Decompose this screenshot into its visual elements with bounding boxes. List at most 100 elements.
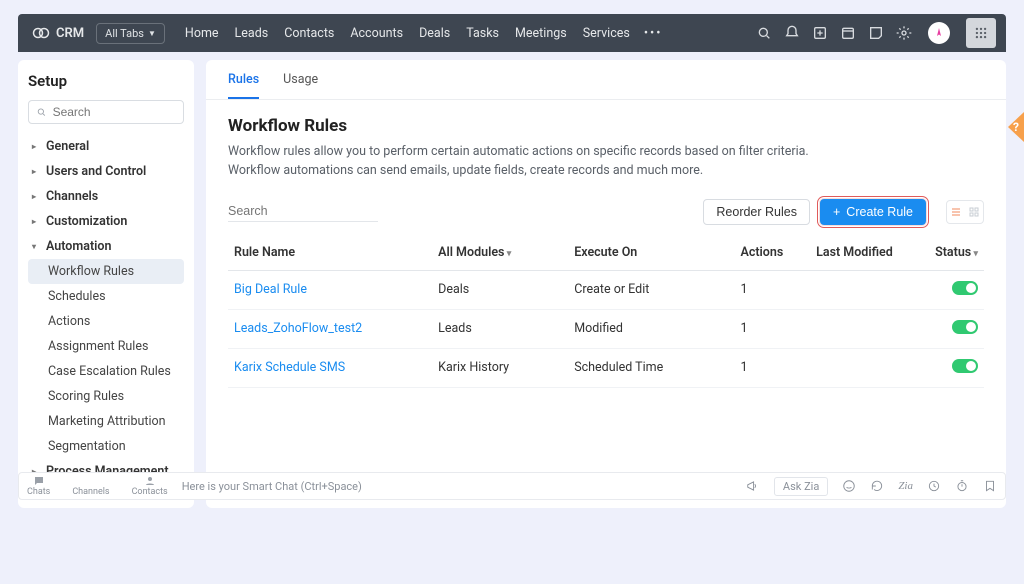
rules-search-input[interactable] — [228, 204, 389, 218]
all-tabs-dropdown[interactable]: All Tabs ▼ — [96, 23, 165, 44]
nav-accounts[interactable]: Accounts — [350, 26, 403, 41]
sidebar-sub-label: Segmentation — [48, 439, 126, 454]
sidebar-sub-segmentation[interactable]: Segmentation — [28, 434, 184, 459]
footer-left: Chats Channels Contacts — [27, 475, 168, 497]
page-description: Workflow rules allow you to perform cert… — [228, 142, 868, 181]
rule-status-cell — [908, 348, 984, 387]
setup-sidebar: Setup ▸General ▸Users and Control ▸Chann… — [18, 60, 194, 508]
nav-tasks[interactable]: Tasks — [466, 26, 499, 41]
rule-module: Leads — [432, 309, 568, 348]
help-tab-icon[interactable]: ? — [1008, 112, 1024, 142]
rule-name-link[interactable]: Leads_ZohoFlow_test2 — [228, 309, 432, 348]
nav-meetings[interactable]: Meetings — [515, 26, 567, 41]
sidebar-sub-label: Schedules — [48, 289, 106, 304]
page-title: Workflow Rules — [228, 116, 984, 136]
sidebar-item-label: Automation — [46, 239, 111, 254]
avatar[interactable] — [928, 22, 950, 44]
status-toggle[interactable] — [952, 281, 978, 295]
topbar: CRM All Tabs ▼ Home Leads Contacts Accou… — [18, 14, 1006, 52]
chevron-down-icon: ▼ — [148, 29, 156, 38]
topbar-right — [756, 18, 996, 48]
search-icon — [36, 106, 47, 118]
sidebar-item-automation[interactable]: ▾Automation — [28, 234, 184, 259]
bookmark-icon[interactable] — [983, 479, 997, 493]
sidebar-item-label: Channels — [46, 189, 98, 204]
col-status[interactable]: Status — [908, 235, 984, 271]
sidebar-sub-workflow-rules[interactable]: Workflow Rules — [28, 259, 184, 284]
stopwatch-icon[interactable] — [955, 479, 969, 493]
sidebar-sub-assignment-rules[interactable]: Assignment Rules — [28, 334, 184, 359]
grid-view-icon[interactable] — [965, 201, 983, 223]
sidebar-search[interactable] — [28, 100, 184, 124]
sidebar-item-general[interactable]: ▸ General — [28, 134, 184, 159]
sidebar-sub-scoring-rules[interactable]: Scoring Rules — [28, 384, 184, 409]
sidebar-item-channels[interactable]: ▸Channels — [28, 184, 184, 209]
rule-module: Deals — [432, 270, 568, 309]
search-icon[interactable] — [756, 25, 772, 41]
sidebar-sub-label: Case Escalation Rules — [48, 364, 171, 379]
create-rule-label: Create Rule — [846, 205, 913, 219]
nav-home[interactable]: Home — [185, 26, 219, 41]
announce-icon[interactable] — [746, 479, 760, 493]
footer-chats[interactable]: Chats — [27, 475, 50, 497]
nav-leads[interactable]: Leads — [235, 26, 269, 41]
nav-more-icon[interactable]: ••• — [644, 26, 663, 41]
footer-contacts-label: Contacts — [132, 487, 168, 497]
create-rule-button[interactable]: + Create Rule — [820, 199, 926, 225]
list-view-icon[interactable] — [947, 201, 965, 223]
main-tabs: Rules Usage — [206, 60, 1006, 100]
all-tabs-label: All Tabs — [105, 27, 144, 40]
sidebar-sub-label: Workflow Rules — [48, 264, 134, 279]
sidebar-sub-schedules[interactable]: Schedules — [28, 284, 184, 309]
sidebar-sub-actions[interactable]: Actions — [28, 309, 184, 334]
table-row: Big Deal RuleDealsCreate or Edit1 — [228, 270, 984, 309]
gear-icon[interactable] — [896, 25, 912, 41]
caret-right-icon: ▸ — [32, 217, 40, 226]
col-execute-on: Execute On — [568, 235, 734, 271]
add-icon[interactable] — [812, 25, 828, 41]
rule-execute-on: Create or Edit — [568, 270, 734, 309]
rule-last-modified — [810, 270, 908, 309]
inbox-icon[interactable] — [868, 25, 884, 41]
rules-toolbar: Reorder Rules + Create Rule — [228, 199, 984, 225]
rule-status-cell — [908, 270, 984, 309]
tab-rules[interactable]: Rules — [228, 72, 259, 99]
rule-name-link[interactable]: Karix Schedule SMS — [228, 348, 432, 387]
rule-execute-on: Scheduled Time — [568, 348, 734, 387]
rule-execute-on: Modified — [568, 309, 734, 348]
sidebar-search-input[interactable] — [53, 105, 176, 119]
col-modules[interactable]: All Modules — [432, 235, 568, 271]
bell-icon[interactable] — [784, 25, 800, 41]
footer-hint: Here is your Smart Chat (Ctrl+Space) — [182, 480, 362, 493]
status-toggle[interactable] — [952, 359, 978, 373]
rules-search[interactable] — [228, 201, 378, 222]
caret-right-icon: ▸ — [32, 142, 40, 151]
apps-grid-icon[interactable] — [966, 18, 996, 48]
calendar-icon[interactable] — [840, 25, 856, 41]
tab-usage[interactable]: Usage — [283, 72, 318, 99]
ask-zia-button[interactable]: Ask Zia — [774, 477, 828, 496]
sidebar-item-label: Customization — [46, 214, 127, 229]
nav-deals[interactable]: Deals — [419, 26, 450, 41]
sidebar-item-customization[interactable]: ▸ Customization — [28, 209, 184, 234]
clock-icon[interactable] — [927, 479, 941, 493]
nav-contacts[interactable]: Contacts — [284, 26, 334, 41]
sidebar-sub-marketing-attribution[interactable]: Marketing Attribution — [28, 409, 184, 434]
sidebar-sub-case-escalation[interactable]: Case Escalation Rules — [28, 359, 184, 384]
zia-icon[interactable]: Zia — [898, 480, 913, 492]
smile-icon[interactable] — [842, 479, 856, 493]
view-toggle — [946, 200, 984, 224]
caret-right-icon: ▸ — [32, 167, 40, 176]
nav-services[interactable]: Services — [583, 26, 630, 41]
footer-channels[interactable]: Channels — [72, 475, 109, 497]
footer-contacts[interactable]: Contacts — [132, 475, 168, 497]
sidebar-item-users-control[interactable]: ▸Users and Control — [28, 159, 184, 184]
reorder-rules-button[interactable]: Reorder Rules — [703, 199, 810, 225]
brand: CRM — [32, 24, 84, 42]
refresh-icon[interactable] — [870, 479, 884, 493]
sidebar-item-label: General — [46, 139, 89, 154]
status-toggle[interactable] — [952, 320, 978, 334]
rule-actions: 1 — [735, 270, 811, 309]
rule-name-link[interactable]: Big Deal Rule — [228, 270, 432, 309]
footer-channels-label: Channels — [72, 487, 109, 497]
